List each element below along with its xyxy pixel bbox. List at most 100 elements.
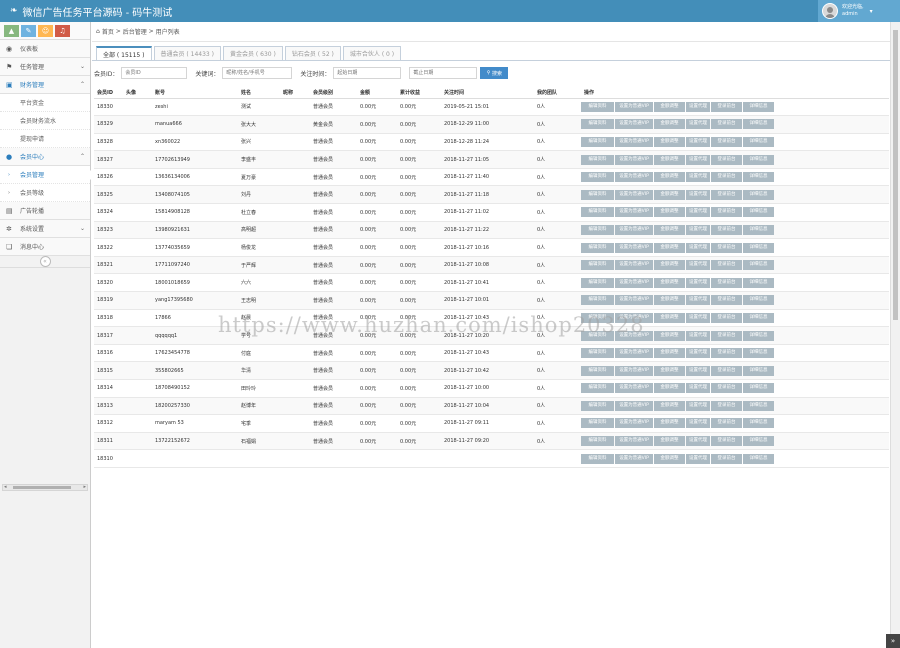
row-action-button[interactable]: 设置为普通VIP	[615, 436, 653, 447]
row-action-button[interactable]: 设置代理	[686, 295, 710, 306]
row-action-button[interactable]: 编辑资料	[581, 418, 614, 429]
row-action-button[interactable]: 详细信息	[743, 172, 774, 183]
row-action-button[interactable]: 编辑资料	[581, 400, 614, 411]
member-id-input[interactable]	[121, 67, 188, 79]
row-action-button[interactable]: 编辑资料	[581, 295, 614, 306]
row-action-button[interactable]: 详细信息	[743, 101, 774, 112]
row-action-button[interactable]: 金额调整	[654, 136, 685, 147]
row-action-button[interactable]: 编辑资料	[581, 242, 614, 253]
row-action-button[interactable]: 金额调整	[654, 383, 685, 394]
row-action-button[interactable]: 编辑资料	[581, 277, 614, 288]
row-action-button[interactable]: 登录前台	[711, 348, 742, 359]
row-action-button[interactable]: 设置为普通VIP	[615, 101, 653, 112]
row-action-button[interactable]: 设置为普通VIP	[615, 453, 653, 464]
row-action-button[interactable]: 编辑资料	[581, 260, 614, 271]
sidebar-item[interactable]: ◉ 仪表板	[0, 40, 90, 58]
row-action-button[interactable]: 设置为普通VIP	[615, 242, 653, 253]
row-action-button[interactable]: 登录前台	[711, 119, 742, 130]
row-action-button[interactable]: 详细信息	[743, 400, 774, 411]
row-action-button[interactable]: 登录前台	[711, 189, 742, 200]
group-icon[interactable]: ☺	[38, 24, 53, 37]
row-action-button[interactable]: 金额调整	[654, 312, 685, 323]
row-action-button[interactable]: 登录前台	[711, 330, 742, 341]
row-action-button[interactable]: 设置为普通VIP	[615, 260, 653, 271]
row-action-button[interactable]: 详细信息	[743, 277, 774, 288]
row-action-button[interactable]: 详细信息	[743, 365, 774, 376]
row-action-button[interactable]: 详细信息	[743, 295, 774, 306]
row-action-button[interactable]: 编辑资料	[581, 383, 614, 394]
row-action-button[interactable]: 金额调整	[654, 277, 685, 288]
row-action-button[interactable]: 编辑资料	[581, 365, 614, 376]
row-action-button[interactable]: 金额调整	[654, 330, 685, 341]
tab[interactable]: 钻石会员 ( 52 )	[284, 46, 341, 60]
row-action-button[interactable]: 详细信息	[743, 119, 774, 130]
row-action-button[interactable]: 金额调整	[654, 418, 685, 429]
user-menu[interactable]: 欢迎光临, admin ▾	[818, 0, 900, 22]
sidebar-item[interactable]: ✲ 系统设置 ⌄	[0, 220, 90, 238]
breadcrumb-home[interactable]: 首页	[102, 27, 114, 36]
row-action-button[interactable]: 登录前台	[711, 418, 742, 429]
page-scrollbar[interactable]	[890, 22, 900, 648]
row-action-button[interactable]: 金额调整	[654, 365, 685, 376]
row-action-button[interactable]: 设置为普通VIP	[615, 154, 653, 165]
row-action-button[interactable]: 详细信息	[743, 330, 774, 341]
row-action-button[interactable]: 设置为普通VIP	[615, 383, 653, 394]
sidebar-subitem[interactable]: 平台资金	[0, 94, 90, 112]
row-action-button[interactable]: 设置为普通VIP	[615, 365, 653, 376]
row-action-button[interactable]: 详细信息	[743, 453, 774, 464]
row-action-button[interactable]: 金额调整	[654, 207, 685, 218]
row-action-button[interactable]: 登录前台	[711, 224, 742, 235]
scrollbar-thumb[interactable]	[13, 486, 71, 489]
row-action-button[interactable]: 登录前台	[711, 242, 742, 253]
row-action-button[interactable]: 金额调整	[654, 154, 685, 165]
row-action-button[interactable]: 详细信息	[743, 154, 774, 165]
row-action-button[interactable]: 编辑资料	[581, 172, 614, 183]
row-action-button[interactable]: 登录前台	[711, 436, 742, 447]
sidebar-item[interactable]: ⚑ 任务管理 ⌄	[0, 58, 90, 76]
row-action-button[interactable]: 登录前台	[711, 277, 742, 288]
row-action-button[interactable]: 设置为普通VIP	[615, 224, 653, 235]
scrollbar-thumb[interactable]	[893, 30, 898, 320]
row-action-button[interactable]: 金额调整	[654, 348, 685, 359]
breadcrumb-parent[interactable]: 后台管理	[123, 27, 147, 36]
pencil-icon[interactable]: ✎	[21, 24, 36, 37]
end-date-input[interactable]	[409, 67, 478, 79]
row-action-button[interactable]: 编辑资料	[581, 348, 614, 359]
tab[interactable]: 普通会员 ( 14433 )	[153, 46, 221, 60]
row-action-button[interactable]: 金额调整	[654, 260, 685, 271]
bell-icon[interactable]: ♫	[55, 24, 70, 37]
sidebar-subitem[interactable]: › 会员管理	[0, 166, 91, 184]
row-action-button[interactable]: 设置代理	[686, 330, 710, 341]
row-action-button[interactable]: 设置为普通VIP	[615, 418, 653, 429]
row-action-button[interactable]: 设置代理	[686, 136, 710, 147]
row-action-button[interactable]: 设置为普通VIP	[615, 400, 653, 411]
row-action-button[interactable]: 编辑资料	[581, 207, 614, 218]
row-action-button[interactable]: 设置为普通VIP	[615, 189, 653, 200]
row-action-button[interactable]: 设置代理	[686, 119, 710, 130]
scroll-top-button[interactable]: »	[886, 634, 900, 648]
row-action-button[interactable]: 登录前台	[711, 383, 742, 394]
tab[interactable]: 全部 ( 15115 )	[96, 46, 152, 60]
keyword-input[interactable]	[222, 67, 293, 79]
sidebar-subitem[interactable]: 会员财务流水	[0, 112, 90, 130]
row-action-button[interactable]: 编辑资料	[581, 101, 614, 112]
row-action-button[interactable]: 详细信息	[743, 348, 774, 359]
row-action-button[interactable]: 详细信息	[743, 207, 774, 218]
row-action-button[interactable]: 登录前台	[711, 295, 742, 306]
row-action-button[interactable]: 详细信息	[743, 436, 774, 447]
sidebar-item-member-center[interactable]: ● 会员中心 ⌃	[0, 148, 90, 166]
row-action-button[interactable]: 金额调整	[654, 224, 685, 235]
row-action-button[interactable]: 登录前台	[711, 453, 742, 464]
row-action-button[interactable]: 金额调整	[654, 119, 685, 130]
sidebar-scrollbar[interactable]: ◂ ▸	[2, 484, 88, 491]
row-action-button[interactable]: 设置为普通VIP	[615, 119, 653, 130]
row-action-button[interactable]: 登录前台	[711, 101, 742, 112]
row-action-button[interactable]: 详细信息	[743, 418, 774, 429]
row-action-button[interactable]: 设置代理	[686, 312, 710, 323]
row-action-button[interactable]: 编辑资料	[581, 119, 614, 130]
row-action-button[interactable]: 登录前台	[711, 400, 742, 411]
row-action-button[interactable]: 金额调整	[654, 242, 685, 253]
row-action-button[interactable]: 编辑资料	[581, 453, 614, 464]
sidebar-item[interactable]: ❏ 消息中心	[0, 238, 90, 256]
row-action-button[interactable]: 设置代理	[686, 101, 710, 112]
